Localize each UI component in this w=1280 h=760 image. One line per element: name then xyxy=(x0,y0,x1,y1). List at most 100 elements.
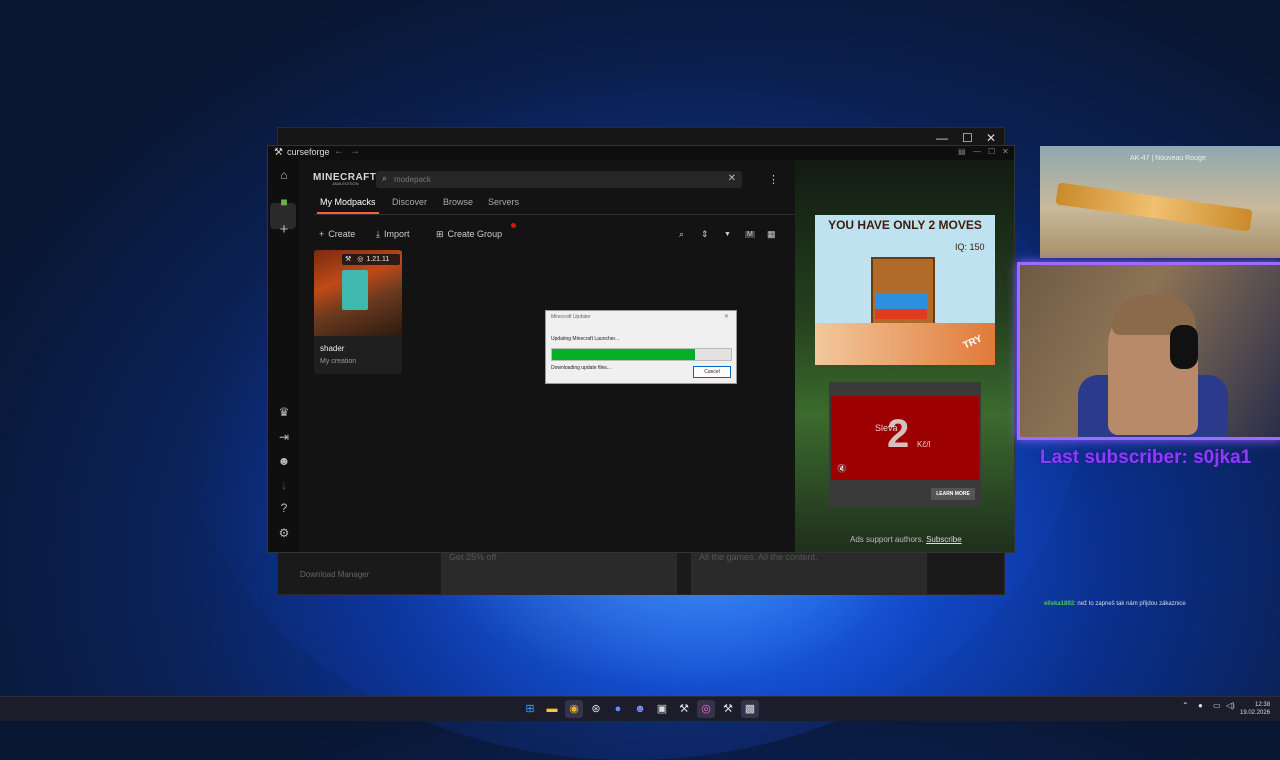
ad-video: 2 Sleva Kč/l 🔇 xyxy=(831,396,979,480)
minimize-icon[interactable]: — xyxy=(936,131,948,145)
search-input[interactable] xyxy=(394,173,714,186)
download-manager[interactable]: Download Manager xyxy=(300,570,369,579)
notification-dot xyxy=(511,223,516,228)
headphone-icon xyxy=(1170,325,1198,369)
chat-text: : než to zapneš tak nám přijdou zákaznic… xyxy=(1074,601,1186,607)
ad-water xyxy=(875,293,927,309)
m-icon[interactable]: M xyxy=(745,231,755,238)
tab-servers[interactable]: Servers xyxy=(488,197,519,207)
forward-arrow-icon[interactable]: → xyxy=(350,146,360,157)
maximize-icon[interactable]: ☐ xyxy=(962,131,973,145)
last-subscriber: Last subscriber: s0jka1 xyxy=(1040,447,1252,468)
create-label: Create xyxy=(328,229,356,239)
tab-browse[interactable]: Browse xyxy=(443,197,473,207)
ad-banner-puzzle[interactable]: YOU HAVE ONLY 2 MOVES IQ: 150 TRY xyxy=(815,215,995,365)
file-explorer-icon[interactable]: ▬ xyxy=(543,700,561,718)
clock[interactable]: 12:38 19.02.2026 xyxy=(1240,701,1270,717)
minecraft-icon[interactable]: ▩ xyxy=(741,700,759,718)
chat-user: eliska1892 xyxy=(1044,601,1075,607)
close-icon[interactable]: ✕ xyxy=(986,131,996,145)
curseforge-icon[interactable]: ⚒ xyxy=(719,700,737,718)
dialog-title: Minecraft Updater xyxy=(551,314,591,320)
app-icon[interactable]: ● xyxy=(609,700,627,718)
settings-icon[interactable]: ⚙ xyxy=(276,525,292,541)
modpack-character xyxy=(342,270,368,310)
chat-message: eliska1892: než to zapneš tak nám přijdo… xyxy=(1044,601,1186,607)
browser-icon[interactable]: ◎ xyxy=(697,700,715,718)
ad-sleva: Sleva xyxy=(875,423,898,433)
modpack-card[interactable]: ⚒ ◎ 1.21.11 shader My creation xyxy=(314,250,402,374)
back-arrow-icon[interactable]: ← xyxy=(334,146,344,157)
webcam-overlay xyxy=(1017,262,1280,440)
obs-icon[interactable]: ▣ xyxy=(653,700,671,718)
subscribe-link[interactable]: Subscribe xyxy=(926,535,962,544)
minecraft-block-icon[interactable]: ■ xyxy=(276,194,292,210)
tab-discover[interactable]: Discover xyxy=(392,197,427,207)
ad-headline: YOU HAVE ONLY 2 MOVES xyxy=(828,218,982,232)
windows-start-icon[interactable]: ⊞ xyxy=(521,700,539,718)
create-group-label: Create Group xyxy=(447,229,503,239)
back-ad-2[interactable]: All the games. All the content. xyxy=(691,548,927,594)
download-icon[interactable]: ↓ xyxy=(276,477,292,493)
taskbar: ⊞ ▬ ◉ ⊛ ● ☻ ▣ ⚒ ◎ ⚒ ▩ ⌃ ● ▭ ◁) 12:38 19.0… xyxy=(0,696,1280,721)
kebab-menu-icon[interactable]: ⋮ xyxy=(768,173,779,186)
updater-dialog: Minecraft Updater ✕ Updating Minecraft L… xyxy=(545,310,737,384)
crown-icon[interactable]: ♛ xyxy=(276,404,292,420)
sort-icon[interactable]: ⇕ xyxy=(701,229,709,240)
curseforge-icon[interactable]: ⚒ xyxy=(675,700,693,718)
microphone-icon[interactable]: ● xyxy=(1198,701,1203,710)
network-icon[interactable]: ▭ xyxy=(1213,701,1221,710)
ad-panel: YOU HAVE ONLY 2 MOVES IQ: 150 TRY 2 Slev… xyxy=(795,160,1014,552)
sidebar: ⌂ ■ + ♛ ⇥ ☻ ↓ ? ⚙ xyxy=(268,160,299,552)
modpack-name: shader xyxy=(320,344,345,353)
maximize-icon[interactable]: ☐ xyxy=(988,147,995,156)
ad-number: 2 xyxy=(887,412,910,456)
minecraft-edition: JAVA EDITION xyxy=(332,181,359,186)
mute-icon[interactable]: 🔇 xyxy=(837,464,847,473)
group-icon: ⊞ xyxy=(436,229,444,239)
import-label: Import xyxy=(383,229,410,239)
ad-banner-video[interactable]: 2 Sleva Kč/l 🔇 LEARN MORE xyxy=(829,382,981,507)
rifle-image xyxy=(1055,182,1253,232)
steam-icon[interactable]: ⊛ xyxy=(587,700,605,718)
create-group-button[interactable]: ⊞ Create Group xyxy=(436,229,502,240)
plus-icon[interactable]: + xyxy=(276,222,292,238)
discord-icon[interactable]: ☻ xyxy=(631,700,649,718)
filter-icon[interactable]: ▼ xyxy=(724,231,731,238)
progress-fill xyxy=(552,349,696,360)
chevron-up-icon[interactable]: ⌃ xyxy=(1182,701,1189,710)
plus-icon: + xyxy=(319,229,325,239)
back-ad-1[interactable]: Get 25% off xyxy=(441,548,677,594)
search-icon[interactable]: ⌕ xyxy=(679,229,684,240)
close-icon[interactable]: ✕ xyxy=(1002,147,1009,156)
search-bar: ⌕ ✕ xyxy=(376,171,742,188)
ad-footer: Ads support authors. Subscribe xyxy=(850,535,962,544)
progress-bar xyxy=(551,348,732,361)
volume-icon[interactable]: ◁) xyxy=(1226,701,1235,710)
discord-icon[interactable]: ☻ xyxy=(276,453,292,469)
grid-view-icon[interactable]: ▦ xyxy=(767,229,776,240)
curseforge-window: ⚒ curseforge ← → ▤ — ☐ ✕ ⌂ ■ + ♛ ⇥ ☻ ↓ ?… xyxy=(267,145,1015,553)
ad-kc: Kč/l xyxy=(917,440,931,449)
login-icon[interactable]: ⇥ xyxy=(276,429,292,445)
home-icon[interactable]: ⌂ xyxy=(276,167,292,183)
version-label: 1.21.11 xyxy=(366,256,390,263)
dialog-message: Updating Minecraft Launcher... xyxy=(551,336,620,342)
import-button[interactable]: ⤓ Import xyxy=(376,229,410,240)
version-badge: ⚒ ◎ 1.21.11 xyxy=(342,254,400,265)
learn-more-button[interactable]: LEARN MORE xyxy=(931,488,975,500)
tab-my-modpacks[interactable]: My Modpacks xyxy=(320,197,376,207)
cancel-button[interactable]: Cancel xyxy=(693,366,731,378)
modpack-subtitle: My creation xyxy=(320,358,357,365)
close-icon[interactable]: ✕ xyxy=(724,313,729,320)
create-button[interactable]: + Create xyxy=(319,229,355,239)
game-item-name: AK-47 | Nouveau Rouge xyxy=(1130,155,1206,162)
close-icon[interactable]: ✕ xyxy=(728,173,736,184)
layout-icon[interactable]: ▤ xyxy=(958,147,966,156)
help-icon[interactable]: ? xyxy=(276,500,292,516)
search-icon: ⌕ xyxy=(382,173,388,183)
chrome-icon[interactable]: ◉ xyxy=(565,700,583,718)
title-bar: ⚒ curseforge ← → ▤ — ☐ ✕ xyxy=(268,146,1014,160)
minimize-icon[interactable]: — xyxy=(973,147,981,156)
ad-lava xyxy=(875,309,927,319)
